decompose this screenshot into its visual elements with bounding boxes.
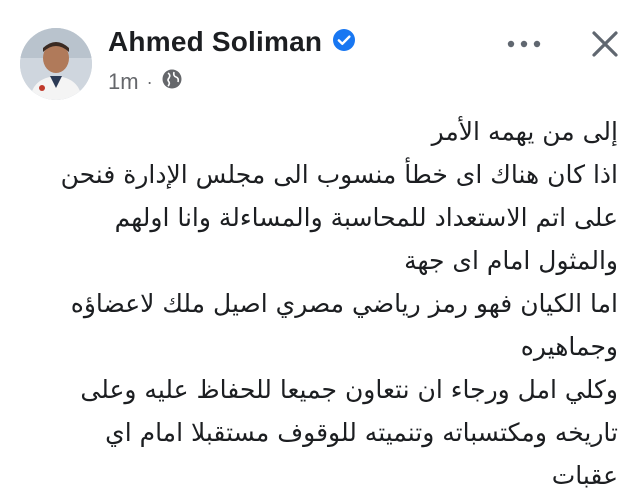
close-button[interactable] — [583, 22, 627, 66]
post-line: وكلي امل ورجاء ان نتعاون جميعا للحفاظ عل… — [80, 375, 618, 404]
verified-badge-icon — [332, 28, 356, 56]
post-header: Ahmed Soliman — [108, 26, 356, 58]
post-text: إلى من يهمه الأمر اذا كان هناك اى خطأ من… — [18, 110, 618, 497]
globe-icon[interactable] — [161, 68, 183, 96]
post-line: والمثول امام اى جهة — [404, 246, 618, 275]
author-name[interactable]: Ahmed Soliman — [108, 26, 322, 58]
post-line: إلى من يهمه الأمر — [431, 117, 618, 146]
post-line: اذا كان هناك اى خطأ منسوب الى مجلس الإدا… — [60, 160, 618, 189]
close-icon — [592, 31, 618, 57]
author-avatar[interactable] — [20, 28, 92, 100]
post-card: Ahmed Soliman 1m · إلى من يهمه الأمر اذا… — [0, 0, 640, 503]
post-line: عقبات — [551, 461, 618, 490]
post-meta: 1m · — [108, 68, 183, 96]
avatar-photo — [20, 28, 92, 100]
post-timestamp[interactable]: 1m — [108, 69, 139, 95]
post-line: اما الكيان فهو رمز رياضي مصري اصيل ملك ل… — [70, 289, 618, 318]
post-line: وجماهيره — [520, 332, 618, 361]
more-options-button[interactable] — [502, 26, 546, 62]
post-line: تاريخه ومكتسباته وتنميته للوقوف مستقبلا … — [105, 418, 618, 447]
post-line: على اتم الاستعداد للمحاسبة والمساءلة وان… — [114, 203, 618, 232]
meta-separator: · — [146, 71, 153, 92]
more-options-icon — [507, 40, 541, 48]
